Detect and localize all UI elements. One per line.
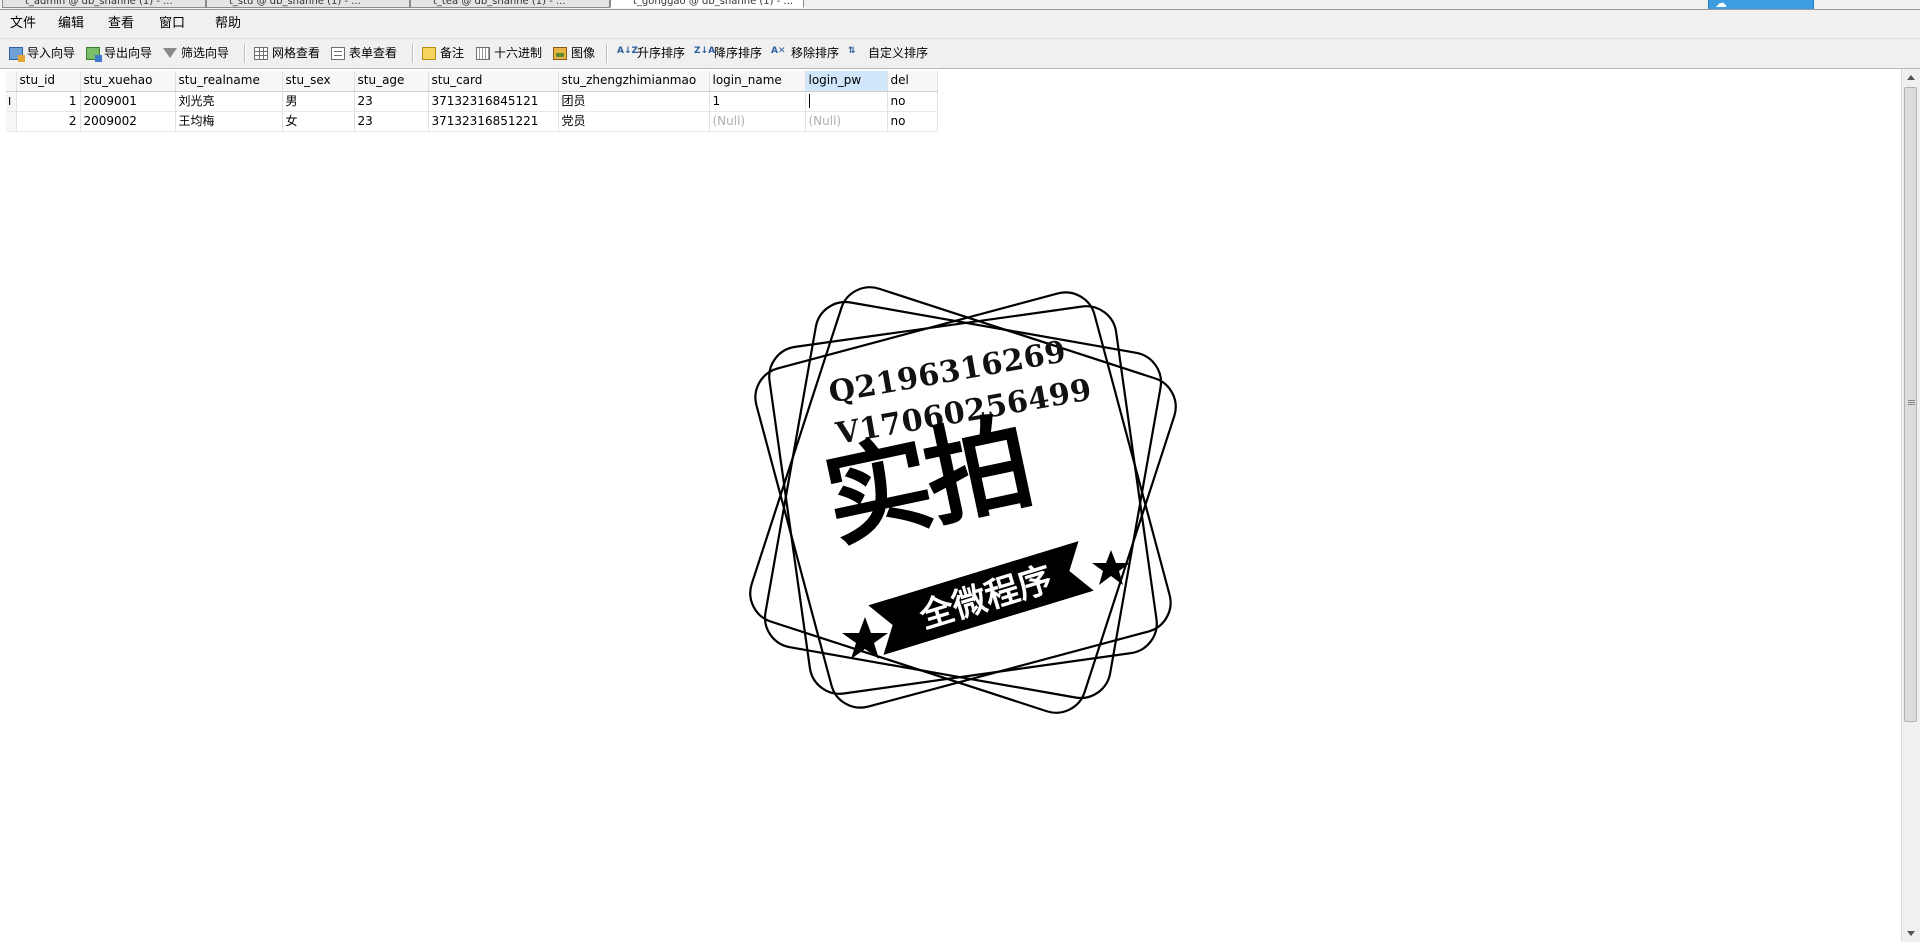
tab-t-stu[interactable]: t_stu @ db_shanhe (1) - ... — [206, 0, 410, 8]
table-row[interactable]: 2 2009002 王均梅 女 23 37132316851221 党员 (Nu… — [6, 111, 938, 132]
import-wizard-button[interactable]: 导入向导 — [9, 44, 75, 62]
form-icon — [331, 46, 345, 60]
remove-sort-button[interactable]: A✕ 移除排序 — [771, 44, 839, 62]
scrollbar-thumb[interactable] — [1904, 87, 1917, 722]
cell-stu-realname[interactable]: 王均梅 — [175, 111, 283, 132]
text-cursor — [808, 94, 810, 108]
toolbar-separator — [606, 44, 608, 63]
column-header-login-name[interactable]: login_name — [709, 71, 806, 92]
export-icon — [86, 46, 102, 62]
tab-t-tea[interactable]: t_tea @ db_shanhe (1) - ... — [410, 0, 610, 8]
tab-t-admin[interactable]: t_admin @ db_shanhe (1) - ... — [2, 0, 206, 8]
scroll-up-arrow-icon[interactable] — [1907, 75, 1915, 80]
form-view-button[interactable]: 表单查看 — [331, 44, 397, 62]
filter-wizard-button[interactable]: 筛选向导 — [163, 44, 229, 62]
toolbar-separator — [412, 44, 414, 63]
custom-sort-icon: ⇅ — [848, 45, 856, 56]
column-header-login-pw[interactable]: login_pw — [805, 71, 888, 92]
sort-descending-button[interactable]: Z↓A 降序排序 — [694, 44, 762, 62]
menu-bar: 文件 编辑 查看 窗口 帮助 — [0, 10, 1920, 39]
tab-t-gonggao[interactable]: t_gonggao @ db_shanhe (1) - ... — [610, 0, 804, 8]
form-view-label: 表单查看 — [349, 46, 398, 60]
hex-button[interactable]: 十六进制 — [476, 44, 542, 62]
cell-stu-card[interactable]: 37132316851221 — [428, 111, 559, 132]
cloud-badge[interactable]: ☁ — [1708, 0, 1814, 10]
column-header-stu-xuehao[interactable]: stu_xuehao — [80, 71, 176, 92]
custom-sort-label: 自定义排序 — [868, 46, 929, 60]
export-wizard-label: 导出向导 — [104, 46, 153, 60]
cell-stu-age[interactable]: 23 — [354, 111, 429, 132]
image-button[interactable]: 图像 — [553, 44, 595, 62]
cell-stu-xuehao[interactable]: 2009001 — [80, 91, 176, 112]
column-header-stu-zhengzhimianmao[interactable]: stu_zhengzhimianmao — [558, 71, 710, 92]
column-header-stu-realname[interactable]: stu_realname — [175, 71, 283, 92]
column-header-stu-id[interactable]: stu_id — [16, 71, 81, 92]
row-indicator[interactable]: I — [6, 91, 17, 112]
note-icon — [422, 46, 436, 60]
export-wizard-button[interactable]: 导出向导 — [86, 44, 152, 62]
data-grid-area[interactable]: stu_id stu_xuehao stu_realname stu_sex s… — [0, 69, 1902, 942]
cell-stu-realname[interactable]: 刘光亮 — [175, 91, 283, 112]
vertical-scrollbar[interactable] — [1901, 69, 1920, 942]
cell-del[interactable]: no — [887, 91, 938, 112]
grid-header-row: stu_id stu_xuehao stu_realname stu_sex s… — [6, 71, 938, 92]
toolbar: 导入向导 导出向导 筛选向导 网格查看 表单查看 备注 十六进制 图像 A↓Z … — [0, 39, 1920, 69]
corner-cell[interactable] — [6, 71, 17, 92]
column-header-stu-age[interactable]: stu_age — [354, 71, 429, 92]
cell-login-name[interactable]: 1 — [709, 91, 806, 112]
menu-edit[interactable]: 编辑 — [58, 16, 84, 32]
hex-label: 十六进制 — [494, 46, 543, 60]
sort-descending-icon: Z↓A — [694, 45, 716, 56]
table-row[interactable]: I 1 2009001 刘光亮 男 23 37132316845121 团员 1… — [6, 91, 938, 112]
document-tab-strip: t_admin @ db_shanhe (1) - ... t_stu @ db… — [0, 0, 1920, 10]
toolbar-separator — [244, 44, 246, 63]
cell-login-name[interactable]: (Null) — [709, 111, 806, 132]
row-indicator[interactable] — [6, 111, 17, 132]
column-header-del[interactable]: del — [887, 71, 938, 92]
cell-del[interactable]: no — [887, 111, 938, 132]
import-wizard-label: 导入向导 — [27, 46, 76, 60]
cell-stu-id[interactable]: 1 — [16, 91, 81, 112]
menu-window[interactable]: 窗口 — [159, 16, 185, 32]
cell-login-pw[interactable]: (Null) — [805, 111, 888, 132]
note-button[interactable]: 备注 — [422, 44, 464, 62]
grip-icon — [1908, 400, 1915, 406]
cell-stu-xuehao[interactable]: 2009002 — [80, 111, 176, 132]
funnel-icon — [163, 48, 177, 58]
row-cursor-indicator: I — [8, 94, 12, 108]
sort-ascending-label: 升序排序 — [637, 46, 686, 60]
sort-ascending-icon: A↓Z — [617, 45, 639, 56]
column-header-stu-card[interactable]: stu_card — [428, 71, 559, 92]
remove-sort-icon: A✕ — [771, 45, 786, 56]
sort-ascending-button[interactable]: A↓Z 升序排序 — [617, 44, 685, 62]
filter-wizard-label: 筛选向导 — [181, 46, 230, 60]
cell-stu-age[interactable]: 23 — [354, 91, 429, 112]
grid-view-button[interactable]: 网格查看 — [254, 44, 320, 62]
grid-icon — [254, 46, 268, 60]
menu-file[interactable]: 文件 — [10, 16, 36, 32]
scroll-down-arrow-icon[interactable] — [1907, 931, 1915, 936]
menu-view[interactable]: 查看 — [108, 16, 134, 32]
import-icon — [9, 46, 25, 62]
menu-help[interactable]: 帮助 — [215, 16, 241, 32]
cloud-icon: ☁ — [1715, 0, 1727, 10]
custom-sort-button[interactable]: ⇅ 自定义排序 — [848, 44, 928, 62]
cell-stu-zhengzhimianmao[interactable]: 团员 — [558, 91, 710, 112]
note-label: 备注 — [440, 46, 465, 60]
cell-stu-card[interactable]: 37132316845121 — [428, 91, 559, 112]
hex-icon — [476, 46, 490, 60]
cell-login-pw-editing[interactable] — [805, 91, 888, 112]
cell-stu-sex[interactable]: 男 — [282, 91, 355, 112]
cell-stu-zhengzhimianmao[interactable]: 党员 — [558, 111, 710, 132]
watermark-stamp: Q2196316269 V17060256499 实拍 全微程序 — [733, 270, 1193, 730]
sort-descending-label: 降序排序 — [714, 46, 763, 60]
cell-stu-sex[interactable]: 女 — [282, 111, 355, 132]
grid-view-label: 网格查看 — [272, 46, 321, 60]
image-icon — [553, 46, 567, 60]
data-grid: stu_id stu_xuehao stu_realname stu_sex s… — [6, 71, 938, 132]
cell-stu-id[interactable]: 2 — [16, 111, 81, 132]
column-header-stu-sex[interactable]: stu_sex — [282, 71, 355, 92]
remove-sort-label: 移除排序 — [791, 46, 840, 60]
image-label: 图像 — [571, 46, 596, 60]
